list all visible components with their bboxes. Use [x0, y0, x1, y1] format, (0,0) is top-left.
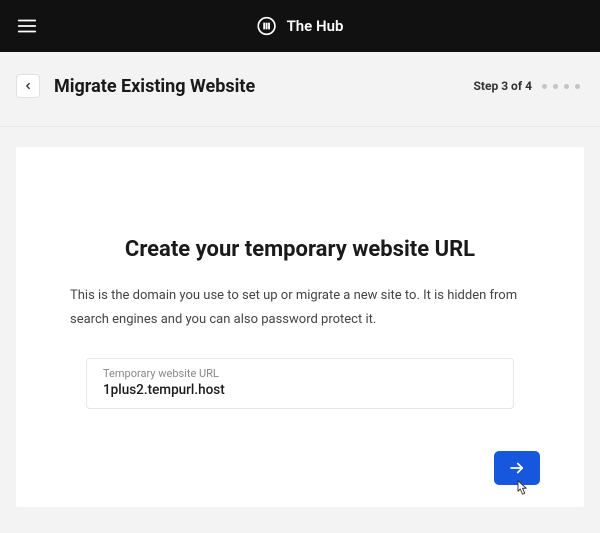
step-dot [564, 84, 569, 89]
next-button[interactable] [494, 451, 540, 485]
step-text: Step 3 of 4 [474, 79, 532, 93]
step-dots [542, 84, 580, 89]
main-card: Create your temporary website URL This i… [16, 147, 584, 507]
arrow-right-icon [508, 459, 526, 477]
input-value: 1plus2.tempurl.host [103, 382, 497, 398]
subheader-left: Migrate Existing Website [16, 74, 255, 98]
card-title: Create your temporary website URL [66, 237, 534, 262]
topbar: The Hub [0, 0, 600, 52]
subheader: Migrate Existing Website Step 3 of 4 [0, 52, 600, 127]
chevron-left-icon [23, 81, 33, 91]
brand-logo-icon [257, 16, 277, 36]
step-indicator: Step 3 of 4 [474, 79, 580, 93]
step-dot [542, 84, 547, 89]
step-dot [575, 84, 580, 89]
step-dot [553, 84, 558, 89]
page-title: Migrate Existing Website [54, 76, 255, 97]
temp-url-input[interactable]: Temporary website URL 1plus2.tempurl.hos… [86, 358, 514, 409]
brand-name: The Hub [287, 17, 344, 35]
card-description: This is the domain you use to set up or … [66, 284, 534, 332]
back-button[interactable] [16, 74, 40, 98]
brand: The Hub [257, 16, 344, 36]
input-label: Temporary website URL [103, 367, 497, 380]
hamburger-menu-icon[interactable] [16, 15, 38, 37]
